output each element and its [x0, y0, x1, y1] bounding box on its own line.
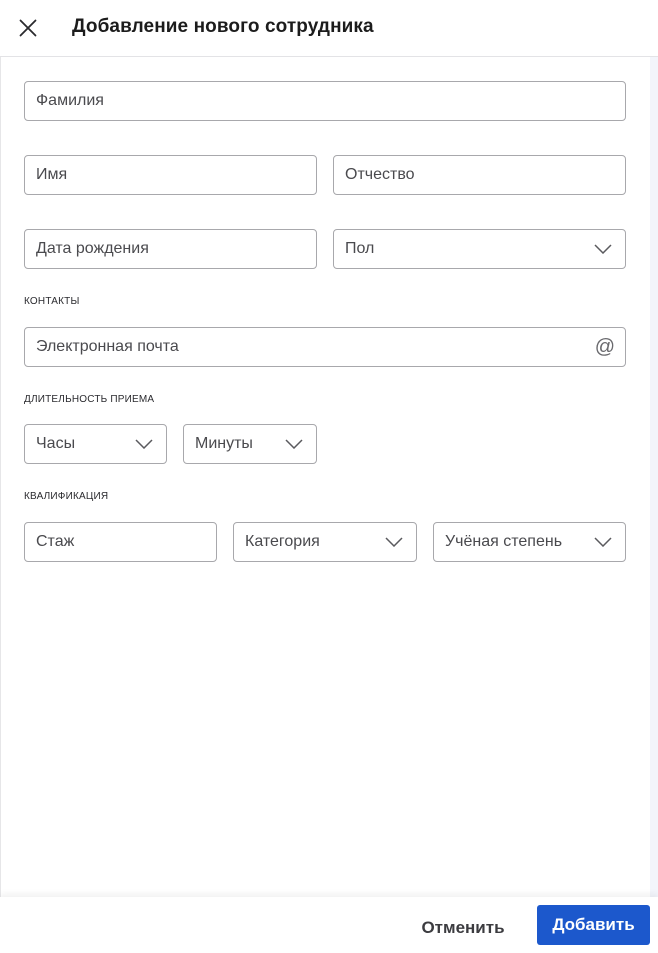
- hours-select[interactable]: Часы: [24, 424, 167, 464]
- middle-name-input[interactable]: Отчество: [333, 155, 626, 195]
- degree-select[interactable]: Учёная степень: [433, 522, 626, 562]
- category-placeholder: Категория: [245, 533, 320, 550]
- chevron-down-icon: [385, 537, 403, 547]
- scrollbar-track[interactable]: [650, 57, 658, 897]
- contacts-section-label: КОНТАКТЫ: [24, 296, 80, 307]
- birth-date-input[interactable]: Дата рождения: [24, 229, 317, 269]
- cancel-button[interactable]: Отменить: [408, 908, 518, 948]
- minutes-placeholder: Минуты: [195, 435, 253, 452]
- degree-placeholder: Учёная степень: [445, 533, 563, 550]
- duration-section-label: ДЛИТЕЛЬНОСТЬ ПРИЕМА: [24, 394, 155, 405]
- close-icon: [19, 19, 37, 37]
- add-button[interactable]: Добавить: [537, 905, 650, 945]
- birth-date-placeholder: Дата рождения: [36, 240, 149, 257]
- hours-placeholder: Часы: [36, 435, 76, 452]
- dialog-header: Добавление нового сотрудника: [0, 0, 658, 57]
- first-name-input[interactable]: Имя: [24, 155, 317, 195]
- minutes-select[interactable]: Минуты: [183, 424, 317, 464]
- chevron-down-icon: [594, 537, 612, 547]
- dialog-title: Добавление нового сотрудника: [72, 16, 374, 37]
- gender-placeholder: Пол: [345, 240, 375, 257]
- last-name-placeholder: Фамилия: [36, 92, 104, 109]
- last-name-input[interactable]: Фамилия: [24, 81, 626, 121]
- close-button[interactable]: [14, 14, 42, 42]
- email-input[interactable]: Электронная почта @: [24, 327, 626, 367]
- at-icon: @: [594, 335, 615, 358]
- qualification-section-label: КВАЛИФИКАЦИЯ: [24, 491, 109, 502]
- experience-input[interactable]: Стаж: [24, 522, 217, 562]
- experience-placeholder: Стаж: [36, 533, 75, 550]
- category-select[interactable]: Категория: [233, 522, 417, 562]
- chevron-down-icon: [135, 439, 153, 449]
- email-placeholder: Электронная почта: [36, 338, 179, 355]
- middle-name-placeholder: Отчество: [345, 166, 415, 183]
- first-name-placeholder: Имя: [36, 166, 68, 183]
- gender-select[interactable]: Пол: [333, 229, 626, 269]
- chevron-down-icon: [285, 439, 303, 449]
- chevron-down-icon: [594, 244, 612, 254]
